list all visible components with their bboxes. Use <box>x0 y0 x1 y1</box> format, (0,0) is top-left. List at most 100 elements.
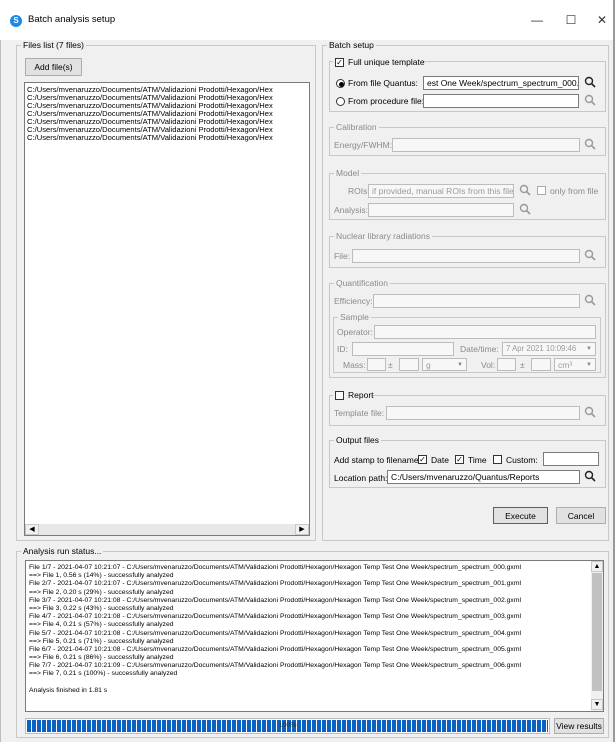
dropdown-arrow-icon[interactable]: ▼ <box>584 360 594 370</box>
search-icon[interactable] <box>584 249 596 261</box>
analysis-label: Analysis: <box>334 205 369 215</box>
mass-unit-value: g <box>426 360 431 370</box>
scroll-up-button[interactable]: ▲ <box>591 561 603 572</box>
date-stamp-label: Date <box>431 455 449 465</box>
report-header: Report <box>333 389 374 401</box>
full-unique-template-checkbox[interactable]: ✓ <box>335 58 344 67</box>
mass-label: Mass: <box>343 360 366 370</box>
only-from-file-label: only from file <box>550 186 599 196</box>
date-stamp-checkbox[interactable]: ✓ <box>418 455 427 464</box>
quantus-file-field[interactable]: est One Week/spectrum_spectrum_000.gxml <box>423 76 579 90</box>
mass-unit-select[interactable]: g ▼ <box>422 358 467 371</box>
log-line: ==> File 1, 0.56 s (14%) - successfully … <box>29 572 174 580</box>
rois-label: ROIs: <box>348 186 370 196</box>
full-unique-template-header: ✓ Full unique template <box>333 56 425 68</box>
log-line: ==> File 7, 0.21 s (100%) - successfully… <box>29 670 178 678</box>
close-button[interactable]: ✕ <box>592 10 612 30</box>
search-icon[interactable] <box>584 406 596 418</box>
only-from-file-checkbox[interactable] <box>537 186 546 195</box>
search-icon[interactable] <box>584 94 596 106</box>
cancel-button[interactable]: Cancel <box>556 507 606 524</box>
search-icon[interactable] <box>584 294 596 306</box>
rois-field[interactable]: if provided, manual ROIs from this file … <box>368 184 514 198</box>
search-icon[interactable] <box>519 184 531 196</box>
location-path-label: Location path: <box>334 473 388 483</box>
from-quantus-radio[interactable] <box>336 79 345 88</box>
calibration-title: Calibration <box>334 122 379 132</box>
nuclear-file-field[interactable] <box>352 249 580 263</box>
files-list-title: Files list (7 files) <box>21 40 86 50</box>
radio-selected-dot <box>339 82 344 87</box>
scrollbar-thumb[interactable] <box>592 573 602 691</box>
search-icon[interactable] <box>519 203 531 215</box>
sample-id-field[interactable] <box>352 342 454 356</box>
time-stamp-checkbox[interactable]: ✓ <box>455 455 464 464</box>
efficiency-field[interactable] <box>373 294 580 308</box>
nuclear-file-label: File: <box>334 251 351 261</box>
custom-stamp-label: Custom: <box>506 455 538 465</box>
custom-stamp-field[interactable] <box>543 452 599 466</box>
from-quantus-label: From file Quantus: <box>348 78 418 88</box>
quantification-title: Quantification <box>334 278 390 288</box>
report-checkbox[interactable] <box>335 391 344 400</box>
sample-title: Sample <box>338 312 371 322</box>
nuclear-library-title: Nuclear library radiations <box>334 231 433 241</box>
template-file-field[interactable] <box>386 406 580 420</box>
volume-unit-value: cm³ <box>558 360 573 370</box>
log-line: File 4/7 - 2021-04-07 10:21:08 - C:/User… <box>29 613 522 621</box>
log-line: File 1/7 - 2021-04-07 10:21:07 - C:/User… <box>29 564 522 571</box>
from-procedure-radio[interactable] <box>336 97 345 106</box>
analysis-log[interactable]: File 1/7 - 2021-04-07 10:21:07 - C:/User… <box>25 560 604 712</box>
log-line: File 5/7 - 2021-04-07 10:21:08 - C:/User… <box>29 629 522 637</box>
scroll-down-button[interactable]: ▼ <box>591 699 603 710</box>
analysis-status-title: Analysis run status... <box>21 546 104 556</box>
location-path-field[interactable]: C:/Users/mvenaruzzo/Quantus/Reports <box>387 470 580 484</box>
procedure-file-field[interactable] <box>423 94 579 108</box>
model-title: Model <box>334 168 362 178</box>
volume-field[interactable] <box>497 358 516 371</box>
sample-id-label: ID: <box>337 344 348 354</box>
energy-fwhm-field[interactable] <box>392 138 580 152</box>
volume-label: Vol: <box>481 360 496 370</box>
dropdown-arrow-icon[interactable]: ▼ <box>584 344 594 354</box>
log-line: ==> File 4, 0.21 s (57%) - successfully … <box>29 621 174 629</box>
mass-uncertainty-field[interactable] <box>399 358 419 371</box>
scroll-left-button[interactable]: ◀ <box>25 524 39 535</box>
mass-field[interactable] <box>367 358 386 371</box>
view-results-button[interactable]: View results <box>554 718 604 734</box>
progress-text: 100% <box>278 722 297 729</box>
scroll-right-button[interactable]: ▶ <box>295 524 309 535</box>
minimize-button[interactable]: — <box>527 10 547 30</box>
dropdown-arrow-icon[interactable]: ▼ <box>455 360 465 370</box>
log-line: File 7/7 - 2021-04-07 10:21:09 - C:/User… <box>29 662 522 670</box>
maximize-button[interactable]: ☐ <box>561 10 581 30</box>
search-icon[interactable] <box>584 76 596 88</box>
log-line: ==> File 2, 0.20 s (29%) - successfully … <box>29 588 174 596</box>
analysis-progress-bar: 100% <box>25 718 550 734</box>
execute-button[interactable]: Execute <box>493 507 548 524</box>
time-stamp-label: Time <box>468 455 487 465</box>
efficiency-label: Efficiency: <box>334 296 373 306</box>
custom-stamp-checkbox[interactable] <box>493 455 502 464</box>
search-icon[interactable] <box>584 138 596 150</box>
datetime-picker[interactable]: 7 Apr 2021 10:09:46 ▼ <box>502 342 596 356</box>
full-unique-template-label: Full unique template <box>348 57 425 67</box>
horizontal-scrollbar[interactable] <box>39 524 295 535</box>
volume-unit-select[interactable]: cm³ ▼ <box>554 358 596 371</box>
output-files-title: Output files <box>334 435 381 445</box>
operator-field[interactable] <box>374 325 596 339</box>
analysis-field[interactable] <box>368 203 514 217</box>
batch-setup-title: Batch setup <box>327 40 376 50</box>
log-line: File 3/7 - 2021-04-07 10:21:08 - C:/User… <box>29 596 522 604</box>
template-file-label: Template file: <box>334 408 385 418</box>
datetime-label: Date/time: <box>460 344 499 354</box>
add-files-button[interactable]: Add file(s) <box>25 58 82 76</box>
log-line: ==> File 5, 0.21 s (71%) - successfully … <box>29 637 174 645</box>
file-list-item[interactable]: C:/Users/mvenaruzzo/Documents/ATM/Valida… <box>27 134 307 142</box>
app-logo-icon: S <box>10 15 22 27</box>
window-title: Batch analysis setup <box>28 14 116 25</box>
search-icon[interactable] <box>584 470 596 482</box>
files-listbox[interactable]: C:/Users/mvenaruzzo/Documents/ATM/Valida… <box>24 82 310 536</box>
volume-uncertainty-field[interactable] <box>531 358 551 371</box>
